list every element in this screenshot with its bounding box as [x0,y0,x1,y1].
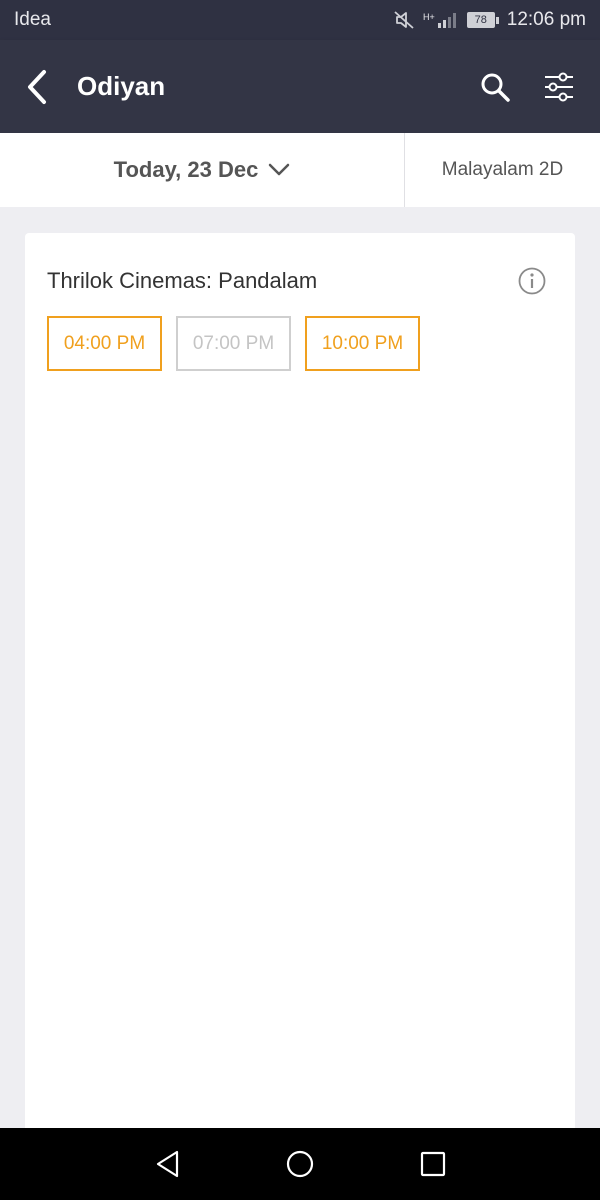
nav-recents-button[interactable] [415,1146,451,1182]
filter-sliders-icon [545,72,573,102]
date-selector[interactable]: Today, 23 Dec [0,133,405,207]
home-circle-icon [286,1150,314,1178]
info-icon [518,267,546,295]
format-selector[interactable]: Malayalam 2D [405,133,600,207]
nav-back-button[interactable] [150,1146,186,1182]
battery-icon: 78 [466,12,499,28]
carrier-name: Idea [14,9,51,30]
status-bar: Idea H+ 78 12:06 pm [0,0,600,40]
search-icon [481,73,510,102]
clock: 12:06 pm [506,9,586,30]
nav-home-button[interactable] [282,1146,318,1182]
chevron-down-icon [269,163,290,176]
app-bar: Odiyan [0,40,600,133]
back-triangle-icon [156,1150,179,1178]
cinema-info-button[interactable] [517,266,547,296]
cinema-card: Thrilok Cinemas: Pandalam 04:00 PM 07:00… [25,233,575,1133]
showtime-button: 07:00 PM [176,316,291,371]
navigation-bar [0,1128,600,1200]
back-button[interactable] [22,68,56,106]
showtime-button[interactable]: 04:00 PM [47,316,162,371]
page-title: Odiyan [77,71,166,101]
selector-bar: Today, 23 Dec Malayalam 2D [0,133,600,207]
status-icons: H+ 78 12:06 pm [393,9,586,31]
mute-icon [393,10,415,30]
recents-square-icon [420,1151,446,1177]
back-arrow-icon [28,70,46,104]
battery-level: 78 [466,12,495,28]
filter-button[interactable] [542,70,576,104]
showtime-button[interactable]: 10:00 PM [305,316,420,371]
search-button[interactable] [478,70,512,104]
network-type: H+ [423,12,435,22]
cinema-name: Thrilok Cinemas: Pandalam [47,268,318,293]
format-label: Malayalam 2D [441,159,564,180]
signal-icon: H+ [423,12,459,28]
showtime-list: 04:00 PM 07:00 PM 10:00 PM [47,316,420,371]
date-label: Today, 23 Dec [113,157,259,182]
